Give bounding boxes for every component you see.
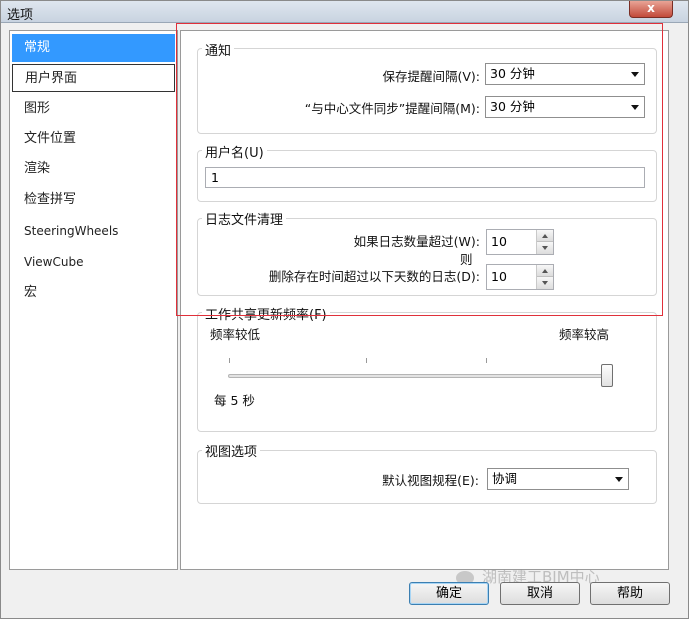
spinner-buttons (536, 230, 553, 254)
spin-down-icon[interactable] (537, 277, 553, 289)
journal-count-label: 如果日志数量超过(W): (353, 234, 480, 249)
nav-item-spelling[interactable]: 检查拼写 (12, 186, 175, 214)
spinner-buttons (536, 265, 553, 289)
cancel-button[interactable]: 取消 (500, 582, 580, 605)
nav-item-graphics[interactable]: 图形 (12, 95, 175, 123)
nav-item-user-interface[interactable]: 用户界面 (12, 64, 175, 92)
save-reminder-value: 30 分钟 (490, 66, 535, 81)
view-discipline-label: 默认视图规程(E): (382, 473, 479, 488)
slider-tick (366, 358, 367, 363)
nav-item-rendering[interactable]: 渲染 (12, 155, 175, 183)
nav-item-general[interactable]: 常规 (12, 34, 175, 62)
spin-up-icon[interactable] (537, 265, 553, 277)
sync-reminder-dropdown[interactable]: 30 分钟 (485, 96, 645, 118)
title-bar: 选项 x (1, 1, 688, 23)
journal-days-label: 删除存在时间超过以下天数的日志(D): (268, 269, 480, 284)
journal-days-value: 10 (491, 269, 507, 284)
journal-cleanup-group-title: 日志文件清理 (202, 209, 287, 228)
save-reminder-dropdown[interactable]: 30 分钟 (485, 63, 645, 85)
slider-tick (486, 358, 487, 363)
help-button[interactable]: 帮助 (590, 582, 670, 605)
worksharing-frequency-group-title: 工作共享更新频率(F) (202, 304, 330, 323)
frequency-slider-thumb[interactable] (601, 364, 613, 387)
username-group-title: 用户名(U) (202, 142, 267, 161)
slider-tick (229, 358, 230, 363)
view-discipline-dropdown[interactable]: 协调 (487, 468, 629, 490)
frequency-current-label: 每 5 秒 (214, 393, 255, 408)
close-button[interactable]: x (629, 1, 673, 18)
window-title: 选项 (7, 8, 34, 23)
close-icon: x (647, 1, 655, 15)
frequency-high-label: 频率较高 (559, 327, 610, 342)
notification-group-title: 通知 (202, 40, 235, 59)
spin-down-icon[interactable] (537, 242, 553, 254)
frequency-low-label: 频率较低 (210, 327, 261, 342)
journal-count-spinner[interactable]: 10 (486, 229, 554, 255)
nav-item-file-locations[interactable]: 文件位置 (12, 125, 175, 153)
category-list[interactable]: 常规 用户界面 图形 文件位置 渲染 检查拼写 SteeringWheels V… (9, 30, 178, 570)
journal-days-spinner[interactable]: 10 (486, 264, 554, 290)
nav-item-viewcube[interactable]: ViewCube (12, 248, 175, 276)
chevron-down-icon (631, 72, 639, 77)
view-discipline-value: 协调 (492, 471, 518, 486)
frequency-slider-track[interactable] (228, 374, 610, 378)
ok-button[interactable]: 确定 (409, 582, 489, 605)
sync-reminder-value: 30 分钟 (490, 99, 535, 114)
save-reminder-label: 保存提醒间隔(V): (382, 69, 480, 84)
sync-reminder-label: “与中心文件同步”提醒间隔(M): (304, 101, 480, 116)
nav-item-macros[interactable]: 宏 (12, 279, 175, 307)
notification-group (197, 48, 657, 134)
spin-up-icon[interactable] (537, 230, 553, 242)
chevron-down-icon (631, 105, 639, 110)
nav-item-steeringwheels[interactable]: SteeringWheels (12, 217, 175, 245)
username-input[interactable]: 1 (205, 167, 645, 188)
view-options-group-title: 视图选项 (202, 441, 261, 460)
chevron-down-icon (615, 477, 623, 482)
journal-count-value: 10 (491, 234, 507, 249)
